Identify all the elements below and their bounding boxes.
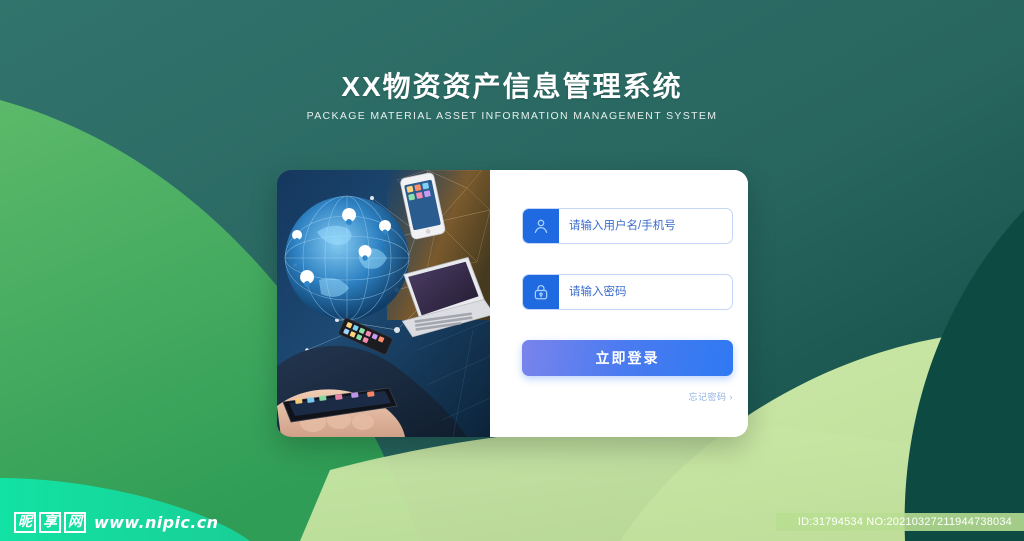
user-icon: [523, 209, 559, 243]
lock-icon: [523, 275, 559, 309]
forgot-password-link[interactable]: 忘记密码 ›: [688, 392, 733, 402]
username-input[interactable]: [559, 209, 732, 243]
password-field[interactable]: [522, 274, 733, 310]
technology-network-illustration: [277, 170, 490, 437]
card-visual-panel: [277, 170, 490, 437]
forgot-password-label: 忘记密码: [688, 392, 727, 402]
password-input[interactable]: [559, 275, 732, 309]
username-field[interactable]: [522, 208, 733, 244]
page-header: XX物资资产信息管理系统 PACKAGE MATERIAL ASSET INFO…: [0, 70, 1024, 123]
chevron-right-icon: ›: [729, 392, 733, 402]
page-title: XX物资资产信息管理系统: [341, 71, 683, 102]
watermark-logo-char-2: 享: [39, 512, 61, 533]
image-id-strip: ID:31794534 NO:20210327211944738034: [775, 513, 1024, 531]
watermark: 昵 享 网 www.nipic.cn: [14, 512, 218, 533]
watermark-logo-char-3: 网: [64, 512, 86, 533]
watermark-logo: 昵 享 网: [14, 512, 86, 533]
watermark-logo-char-1: 昵: [14, 512, 36, 533]
forgot-password-row: 忘记密码 ›: [522, 387, 733, 405]
login-button[interactable]: 立即登录: [522, 340, 733, 376]
page-subtitle: PACKAGE MATERIAL ASSET INFORMATION MANAG…: [306, 110, 718, 122]
watermark-url: www.nipic.cn: [94, 513, 219, 532]
login-card: 立即登录 忘记密码›: [277, 170, 748, 437]
login-form-panel: 立即登录 忘记密码›: [490, 170, 748, 437]
login-page: XX物资资产信息管理系统 PACKAGE MATERIAL ASSET INFO…: [0, 0, 1024, 541]
